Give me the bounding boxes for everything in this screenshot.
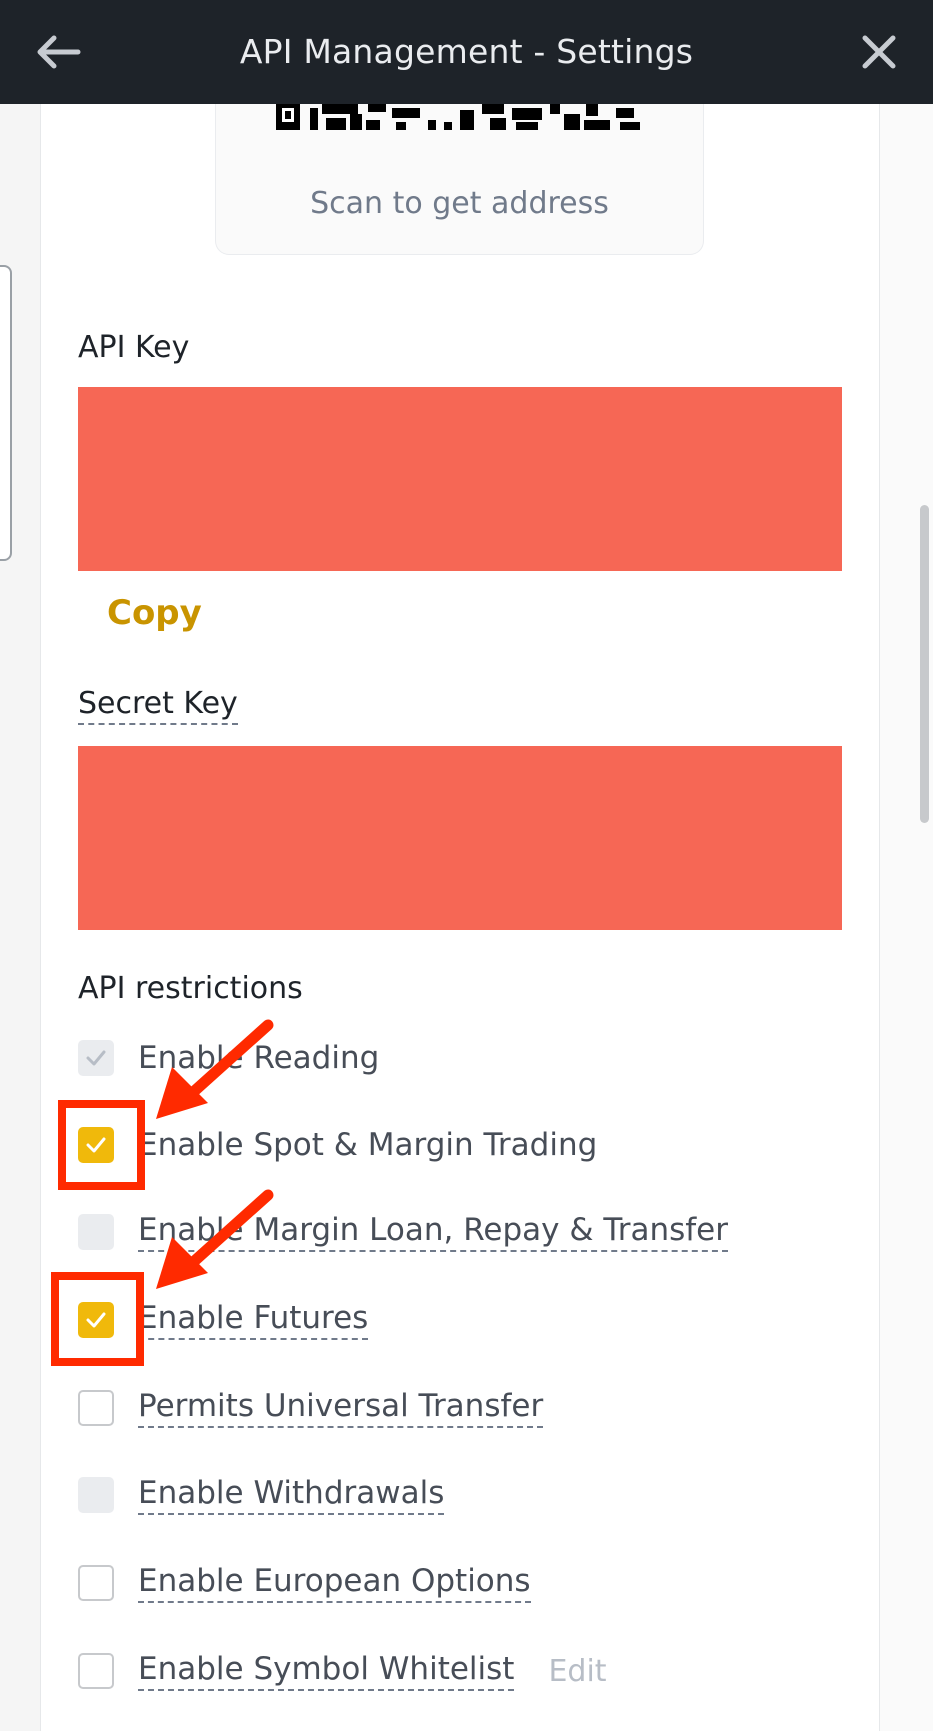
restriction-label: Enable Spot & Margin Trading	[138, 1127, 598, 1163]
header-bar: API Management - Settings	[0, 0, 933, 104]
restriction-label: Enable Symbol Whitelist	[138, 1651, 515, 1691]
secret-key-label: Secret Key	[78, 686, 238, 725]
highlight-box-spot-trading	[58, 1100, 145, 1190]
checkbox-permits-universal-transfer[interactable]	[78, 1390, 114, 1426]
checkbox-enable-reading[interactable]	[78, 1040, 114, 1076]
restriction-enable-symbol-whitelist[interactable]: Enable Symbol Whitelist Edit	[78, 1649, 607, 1693]
restriction-enable-spot-margin-trading[interactable]: Enable Spot & Margin Trading	[78, 1123, 597, 1167]
restriction-label: Enable Futures	[138, 1300, 369, 1340]
checkbox-enable-symbol-whitelist[interactable]	[78, 1653, 114, 1689]
close-button[interactable]	[851, 26, 907, 78]
annotation-arrow-icon	[156, 1019, 274, 1119]
restriction-permits-universal-transfer[interactable]: Permits Universal Transfer	[78, 1386, 544, 1430]
checkbox-enable-european-options[interactable]	[78, 1565, 114, 1601]
copy-button[interactable]: Copy	[107, 593, 202, 633]
restriction-label: Permits Universal Transfer	[138, 1388, 544, 1428]
api-key-redacted-field	[78, 387, 842, 571]
checkbox-enable-withdrawals[interactable]	[78, 1477, 114, 1513]
api-restrictions-title: API restrictions	[78, 971, 303, 1006]
qr-card: Scan to get address	[215, 104, 704, 255]
restriction-label: Enable European Options	[138, 1563, 531, 1603]
qr-caption: Scan to get address	[310, 186, 609, 221]
api-key-label: API Key	[78, 330, 190, 365]
restriction-enable-european-options[interactable]: Enable European Options	[78, 1561, 531, 1605]
annotation-arrow-icon	[156, 1189, 274, 1289]
qr-code-image	[276, 104, 640, 130]
edit-whitelist-link[interactable]: Edit	[548, 1654, 606, 1689]
restriction-label: Enable Withdrawals	[138, 1475, 445, 1515]
highlight-box-futures	[51, 1272, 144, 1366]
check-icon	[86, 1050, 106, 1066]
background-edge-right	[879, 104, 933, 1731]
side-tab	[0, 265, 12, 561]
restriction-enable-withdrawals[interactable]: Enable Withdrawals	[78, 1473, 445, 1517]
page-title: API Management - Settings	[239, 32, 694, 71]
close-icon	[862, 35, 896, 69]
scrollbar[interactable]	[920, 505, 929, 823]
secret-key-redacted-field	[78, 746, 842, 930]
checkbox-enable-margin-loan[interactable]	[78, 1214, 114, 1250]
